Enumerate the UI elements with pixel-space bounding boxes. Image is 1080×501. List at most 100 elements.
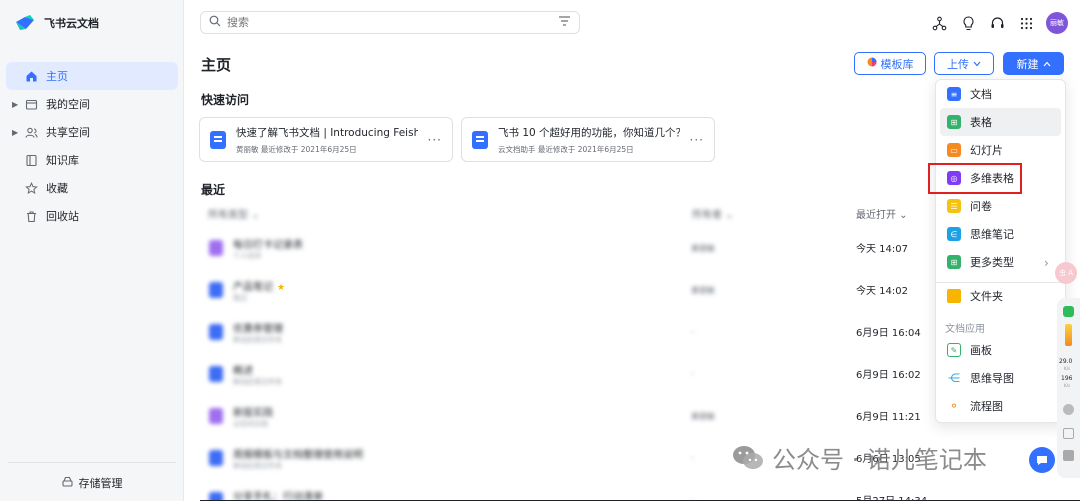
template-library-button[interactable]: 模板库 — [854, 52, 926, 75]
menu-item-mindnote[interactable]: ∈ 思维笔记 — [940, 220, 1061, 248]
menu-item-folder[interactable]: 文件夹 — [940, 282, 1061, 310]
menu-group-label: 文档应用 — [945, 324, 985, 335]
folder-icon — [947, 289, 961, 303]
menu-item-label: 问卷 — [970, 200, 992, 213]
new-button[interactable]: 新建 — [1003, 52, 1064, 75]
file-name: 概述 — [233, 366, 253, 377]
file-owner: 黄丽敏 — [691, 412, 715, 421]
file-location: 移动应用文件夹 — [233, 378, 282, 386]
floating-assistant-badge[interactable]: 虫 A — [1055, 262, 1077, 284]
sidebar-item-favorites[interactable]: 收藏 — [6, 174, 178, 202]
doc-icon — [472, 130, 488, 149]
file-owner: - — [691, 453, 694, 462]
table-row[interactable]: 分享手札：行动清单 - 5月27日 14:34 — [200, 486, 1070, 501]
upload-rate: 196 — [1061, 375, 1073, 382]
doc-icon — [210, 130, 226, 149]
file-opened-time: 6月9日 16:02 — [856, 370, 921, 381]
file-owner: - — [691, 369, 694, 378]
menu-item-survey[interactable]: ☰ 问卷 — [940, 192, 1061, 220]
watermark: 公众号 · 诺儿笔记本 — [732, 440, 987, 475]
sidebar-item-my-space[interactable]: ▶ 我的空间 — [6, 90, 178, 118]
app-root: 飞书云文档 主页 ▶ 我的空间 ▶ 共享空间 知识库 收藏 回收站 存储管理 搜… — [0, 0, 1080, 501]
template-icon — [867, 57, 877, 70]
wechat-logo-icon — [732, 445, 764, 471]
column-header-type[interactable]: 所有类型 ⌄ — [208, 206, 260, 221]
menu-item-whiteboard[interactable]: ✎ 画板 — [940, 336, 1061, 364]
file-location: 笔记 — [233, 294, 247, 302]
upload-button[interactable]: 上传 — [934, 52, 994, 75]
menu-item-flowchart[interactable]: ⚬ 流程图 — [940, 392, 1061, 420]
menu-item-sheet[interactable]: ⊞ 表格 — [940, 108, 1061, 136]
chat-icon[interactable] — [1063, 450, 1074, 461]
menu-item-label: 表格 — [970, 116, 992, 129]
column-header-owner[interactable]: 所有者 ⌄ — [692, 206, 734, 221]
menu-item-doc[interactable]: ≡ 文档 — [940, 80, 1061, 108]
file-name: 产品笔记 — [233, 282, 273, 293]
column-header-opened[interactable]: 最近打开 ⌄ — [856, 206, 908, 221]
sidebar-item-trash[interactable]: 回收站 — [6, 202, 178, 230]
template-label: 模板库 — [880, 57, 914, 71]
menu-item-label: 更多类型 — [970, 256, 1014, 269]
sidebar-item-shared-space[interactable]: ▶ 共享空间 — [6, 118, 178, 146]
half-circle-icon[interactable] — [1063, 404, 1074, 415]
chevron-right-icon[interactable]: › — [1044, 256, 1049, 270]
quick-access-heading: 快速访问 — [201, 93, 250, 107]
avatar[interactable]: 丽敏 — [1046, 12, 1068, 34]
menu-item-label: 文件夹 — [970, 290, 1003, 303]
folder-icon — [24, 97, 38, 111]
sidebar-item-label: 共享空间 — [46, 126, 90, 139]
new-dropdown-menu: ≡ 文档 ⊞ 表格 ▭ 幻灯片 ◎ 多维表格 ☰ 问卷 ∈ 思维笔记 ⊞ 更多类… — [935, 79, 1066, 423]
sidebar-item-label: 回收站 — [46, 210, 79, 223]
sidebar-item-wiki[interactable]: 知识库 — [6, 146, 178, 174]
filter-icon[interactable] — [558, 15, 571, 30]
bitable-file-icon — [209, 240, 223, 256]
quick-access-card[interactable]: 快速了解飞书文档 | Introducing Feishu D... 黄丽敏 最… — [199, 117, 453, 162]
search-input[interactable] — [227, 16, 552, 29]
upload-label: 上传 — [947, 57, 969, 71]
network-icon[interactable] — [930, 13, 948, 33]
expand-arrow-icon[interactable]: ▶ — [12, 100, 18, 109]
file-opened-time: 今天 14:02 — [856, 286, 908, 297]
battery-icon — [1065, 324, 1072, 346]
more-icon[interactable]: ··· — [428, 133, 442, 147]
highlight-box — [928, 163, 1022, 194]
doc-file-icon — [209, 366, 223, 382]
sidebar-item-home[interactable]: 主页 — [6, 62, 178, 90]
app-title: 飞书云文档 — [44, 17, 99, 30]
quick-access-meta: 云文档助手 最近修改于 2021年6月25日 — [498, 144, 634, 154]
apps-grid-icon[interactable] — [1017, 13, 1035, 33]
lightbulb-icon[interactable] — [959, 13, 977, 33]
slides-icon: ▭ — [947, 143, 961, 157]
sidebar: 飞书云文档 主页 ▶ 我的空间 ▶ 共享空间 知识库 收藏 回收站 存储管理 — [0, 0, 184, 501]
search-icon — [209, 15, 221, 30]
watermark-text: 公众号 · 诺儿笔记本 — [772, 446, 987, 474]
headset-icon[interactable] — [988, 13, 1006, 33]
scan-icon[interactable] — [1063, 428, 1074, 439]
file-location: 个人空间 — [233, 252, 261, 260]
more-icon[interactable]: ··· — [690, 133, 704, 147]
menu-item-mindmap[interactable]: ⋲ 思维导图 — [940, 364, 1061, 392]
expand-arrow-icon[interactable]: ▶ — [12, 128, 18, 137]
help-chat-button[interactable] — [1029, 447, 1055, 473]
file-location: 移动应用文件夹 — [233, 462, 282, 470]
search-box[interactable] — [200, 11, 580, 34]
file-location: 移动应用文件夹 — [233, 336, 282, 344]
quick-access-title: 快速了解飞书文档 | Introducing Feishu D... — [236, 126, 418, 139]
quick-access-card[interactable]: 飞书 10 个超好用的功能，你知道几个？ 云文档助手 最近修改于 2021年6月… — [461, 117, 715, 162]
menu-item-more-types[interactable]: ⊞ 更多类型 — [940, 248, 1061, 276]
app-logo[interactable]: 飞书云文档 — [14, 12, 99, 34]
file-name: 周报模板与文档整理使用说明 — [233, 450, 363, 461]
file-owner: 黄丽敏 — [691, 286, 715, 295]
book-icon — [24, 153, 38, 167]
file-name: 优惠券管理 — [233, 324, 283, 335]
doc-file-icon — [209, 450, 223, 466]
menu-item-label: 流程图 — [970, 400, 1003, 413]
flowchart-icon: ⚬ — [947, 399, 961, 413]
top-toolbar: 丽敏 — [930, 12, 1068, 34]
chevron-down-icon — [973, 57, 981, 70]
star-badge-icon: ★ — [277, 283, 286, 293]
menu-item-slides[interactable]: ▭ 幻灯片 — [940, 136, 1061, 164]
file-name: 每日打卡记录表 — [233, 240, 303, 251]
doc-icon: ≡ — [947, 87, 961, 101]
storage-management-button[interactable]: 存储管理 — [8, 462, 176, 501]
